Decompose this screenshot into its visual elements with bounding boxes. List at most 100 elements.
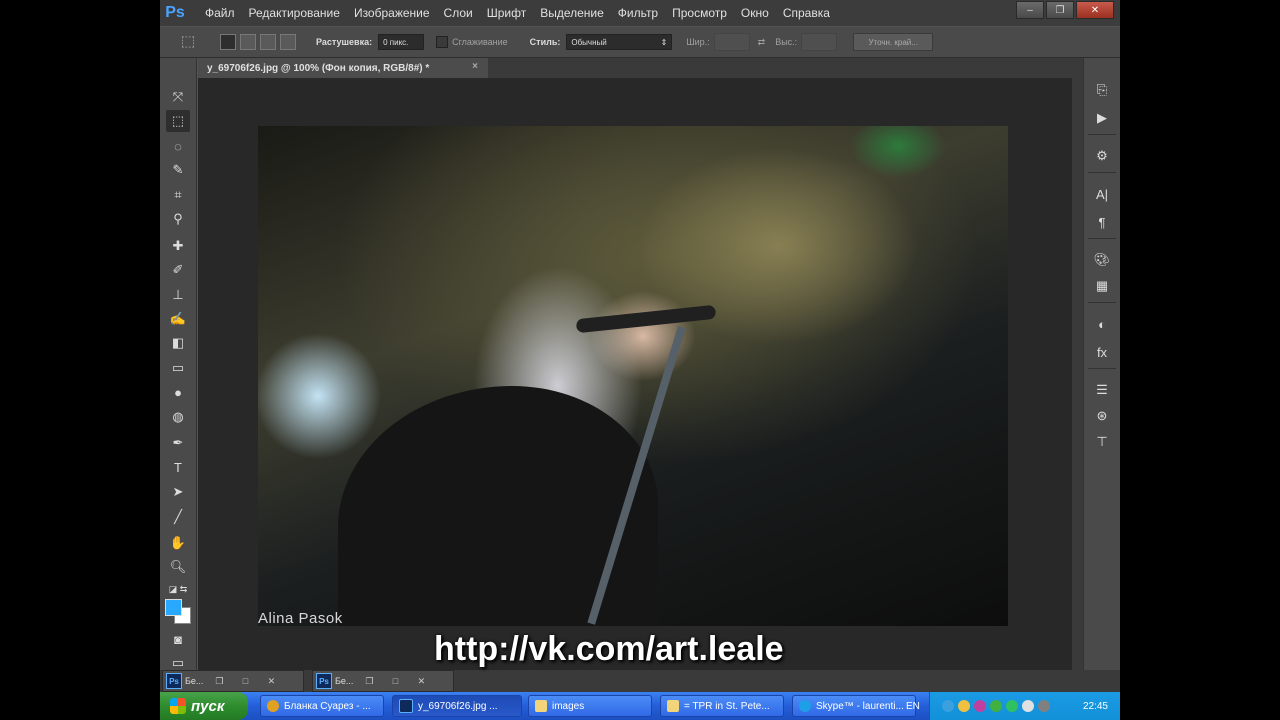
- layers-panel-icon[interactable]: ☰: [1091, 380, 1113, 400]
- taskbar-item-photoshop[interactable]: y_69706f26.jpg ...: [392, 695, 522, 717]
- hand-tool-icon[interactable]: ✋: [166, 532, 190, 554]
- blur-tool-icon[interactable]: ●: [166, 381, 190, 403]
- close-icon[interactable]: ✕: [261, 675, 281, 687]
- taskbar-item-chrome[interactable]: Бланка Суарез - ...: [260, 695, 384, 717]
- lasso-tool-icon[interactable]: ◌: [166, 135, 190, 157]
- color-panel-icon[interactable]: 🎨︎: [1091, 250, 1113, 270]
- restore-icon[interactable]: ❐: [359, 675, 379, 687]
- swap-icon[interactable]: ⇄: [758, 37, 766, 48]
- photoshop-doc-icon: Ps: [166, 673, 182, 689]
- width-input[interactable]: [713, 33, 750, 51]
- history-panel-icon[interactable]: ⎘: [1091, 80, 1113, 100]
- photoshop-icon: [399, 699, 413, 713]
- tray-app-icon[interactable]: [974, 700, 986, 712]
- close-button[interactable]: ✕: [1076, 1, 1114, 19]
- eyedropper-tool-icon[interactable]: ⚲: [166, 208, 190, 230]
- path-selection-tool-icon[interactable]: ➤: [166, 481, 190, 503]
- line-tool-icon[interactable]: ╱: [166, 506, 190, 528]
- close-icon[interactable]: ✕: [411, 675, 431, 687]
- tray-antivirus-icon[interactable]: [990, 700, 1002, 712]
- restore-icon[interactable]: ❐: [209, 675, 229, 687]
- crop-tool-icon[interactable]: ⌗: [166, 184, 190, 206]
- swatches-panel-icon[interactable]: ▦: [1091, 276, 1113, 296]
- subtract-from-selection-icon[interactable]: [260, 34, 276, 50]
- pen-tool-icon[interactable]: ✒: [166, 432, 190, 454]
- windows-logo-icon: [170, 698, 186, 714]
- clone-stamp-tool-icon[interactable]: ⊥: [166, 284, 190, 306]
- tray-arrow-icon[interactable]: [942, 700, 954, 712]
- canvas-area[interactable]: Alina Pasok: [198, 78, 1084, 670]
- menu-window[interactable]: Окно: [734, 6, 776, 20]
- skype-icon: [799, 700, 811, 712]
- zoom-tool-icon[interactable]: 🔍︎: [166, 556, 190, 578]
- menu-filter[interactable]: Фильтр: [611, 6, 665, 20]
- taskbar-item-tpr-folder[interactable]: = TPR in St. Pete...: [660, 695, 784, 717]
- start-button[interactable]: пуск: [160, 692, 248, 720]
- document-photo[interactable]: Alina Pasok: [258, 126, 1008, 626]
- add-to-selection-icon[interactable]: [240, 34, 256, 50]
- refine-edge-button[interactable]: Уточн. край...: [853, 33, 934, 51]
- default-colors-icon[interactable]: ◪ ⇆: [166, 578, 190, 600]
- system-tray: EN 22:45: [906, 692, 1120, 720]
- paths-panel-icon[interactable]: ⊤: [1091, 432, 1113, 452]
- style-select[interactable]: Обычный ⇕: [566, 34, 673, 50]
- menu-help[interactable]: Справка: [776, 6, 837, 20]
- brush-tool-icon[interactable]: ✐: [166, 259, 190, 281]
- minimized-documents: Ps Бе... ❐ □ ✕ Ps Бе... ❐ □ ✕: [160, 670, 1120, 692]
- feather-input[interactable]: 0 пикс.: [378, 34, 425, 50]
- menu-select[interactable]: Выделение: [533, 6, 611, 20]
- menu-image[interactable]: Изображение: [347, 6, 437, 20]
- type-tool-icon[interactable]: T: [166, 456, 190, 478]
- height-input[interactable]: [801, 33, 838, 51]
- menu-type[interactable]: Шрифт: [480, 6, 533, 20]
- menu-layers[interactable]: Слои: [437, 6, 480, 20]
- foreground-color-swatch[interactable]: [165, 599, 182, 616]
- move-tool-icon[interactable]: ⤧: [166, 86, 190, 108]
- folder-icon: [667, 700, 679, 712]
- new-selection-icon[interactable]: [220, 34, 236, 50]
- tool-presets-panel-icon[interactable]: ⚙: [1091, 146, 1113, 166]
- document-tab[interactable]: y_69706f26.jpg @ 100% (Фон копия, RGB/8#…: [198, 58, 488, 78]
- adjustments-panel-icon[interactable]: ◐: [1091, 314, 1113, 334]
- eraser-tool-icon[interactable]: ◧: [166, 332, 190, 354]
- intersect-selection-icon[interactable]: [280, 34, 296, 50]
- feather-label: Растушевка:: [316, 37, 373, 47]
- language-indicator[interactable]: EN: [906, 692, 920, 720]
- marquee-tool-icon[interactable]: ⬚: [166, 110, 190, 132]
- tray-network-icon[interactable]: [958, 700, 970, 712]
- maximize-icon[interactable]: □: [235, 675, 255, 687]
- styles-panel-icon[interactable]: fx: [1091, 342, 1113, 362]
- antialias-checkbox[interactable]: [436, 36, 449, 48]
- minimized-doc-1[interactable]: Ps Бе... ❐ □ ✕: [162, 670, 304, 692]
- gradient-tool-icon[interactable]: ▭: [166, 357, 190, 379]
- taskbar-item-images-folder[interactable]: images: [528, 695, 652, 717]
- restore-button[interactable]: ❐: [1046, 1, 1074, 19]
- maximize-icon[interactable]: □: [385, 675, 405, 687]
- character-panel-icon[interactable]: A|: [1091, 184, 1113, 204]
- history-brush-tool-icon[interactable]: ✍: [166, 308, 190, 330]
- taskbar-item-label: = TPR in St. Pete...: [684, 700, 770, 712]
- tray-display-icon[interactable]: [1038, 700, 1050, 712]
- taskbar-item-label: Бланка Суарез - ...: [284, 700, 371, 712]
- tray-utorrent-icon[interactable]: [1006, 700, 1018, 712]
- tray-volume-icon[interactable]: [1022, 700, 1034, 712]
- taskbar-item-skype[interactable]: Skype™ - laurenti...: [792, 695, 916, 717]
- quick-selection-tool-icon[interactable]: ✎: [166, 159, 190, 181]
- menu-view[interactable]: Просмотр: [665, 6, 734, 20]
- actions-panel-icon[interactable]: ▶: [1091, 108, 1113, 128]
- healing-brush-tool-icon[interactable]: ✚: [166, 235, 190, 257]
- quick-mask-icon[interactable]: ◙: [166, 628, 190, 650]
- menu-edit[interactable]: Редактирование: [242, 6, 347, 20]
- dodge-tool-icon[interactable]: ◍: [166, 406, 190, 428]
- close-icon[interactable]: ×: [472, 61, 478, 72]
- start-label: пуск: [191, 697, 225, 715]
- document-tabbar: y_69706f26.jpg @ 100% (Фон копия, RGB/8#…: [198, 58, 1084, 78]
- paragraph-panel-icon[interactable]: ¶: [1091, 212, 1113, 232]
- minimize-button[interactable]: –: [1016, 1, 1044, 19]
- minimized-doc-2[interactable]: Ps Бе... ❐ □ ✕: [312, 670, 454, 692]
- photo-credit: Alina Pasok: [258, 610, 343, 626]
- style-select-value: Обычный: [571, 37, 607, 47]
- channels-panel-icon[interactable]: ⊛: [1091, 406, 1113, 426]
- menu-file[interactable]: Файл: [198, 6, 242, 20]
- marquee-preset-icon[interactable]: [182, 36, 194, 48]
